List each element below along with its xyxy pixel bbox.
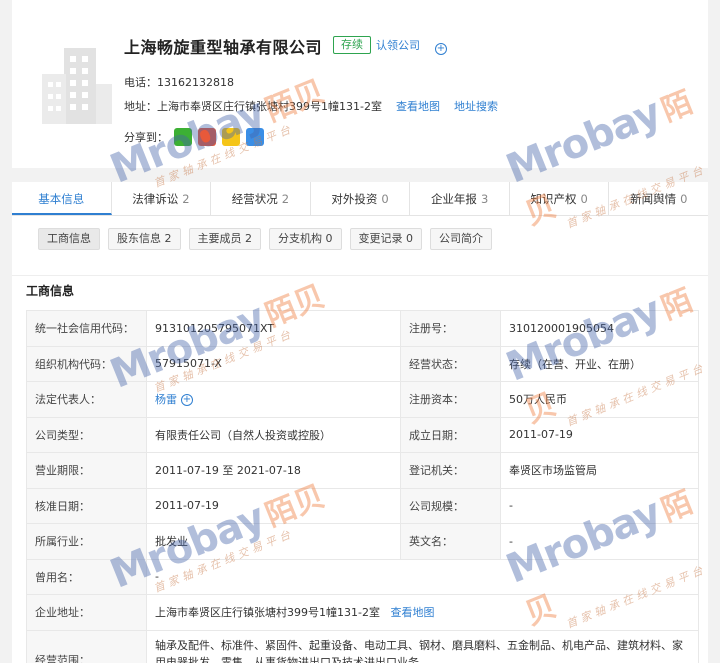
- scale-value: -: [500, 487, 699, 524]
- follow-plus-icon[interactable]: +: [435, 43, 447, 55]
- follow-plus-icon[interactable]: +: [181, 394, 193, 407]
- tab-count: 2: [281, 192, 290, 206]
- scale-label: 公司规模：: [400, 487, 501, 524]
- term-value: 2011-07-19 至 2021-07-18: [146, 452, 401, 489]
- address-value: 上海市奉贤区庄行镇张塘村399号1幢131-2室: [155, 606, 380, 620]
- address-cell: 上海市奉贤区庄行镇张塘村399号1幢131-2室 查看地图: [146, 594, 699, 631]
- company-type-value: 有限责任公司（自然人投资或控股）: [146, 416, 401, 453]
- founded-label: 成立日期：: [400, 416, 501, 453]
- english-name-value: -: [500, 523, 699, 560]
- main-panel: 基本信息 法律诉讼 2 经营状况 2 对外投资 0 企业年报 3 知识产权 0 新闻舆情 0…: [12, 182, 708, 663]
- subtab-branches[interactable]: 分支机构 0: [269, 228, 342, 250]
- company-header: 上海畅旋重型轴承有限公司 存续 认领公司 + 电话：13162132818 地址…: [12, 0, 708, 168]
- share-label: 分享到：: [124, 131, 168, 144]
- approval-value: 2011-07-19: [146, 487, 401, 524]
- reg-no-value: 310120001905054: [500, 310, 699, 347]
- approval-label: 核准日期：: [26, 487, 147, 524]
- legal-rep-label: 法定代表人：: [26, 381, 147, 418]
- authority-value: 奉贤区市场监管局: [500, 452, 699, 489]
- tab-label: 企业年报: [430, 192, 477, 206]
- subtab-members[interactable]: 主要成员 2: [188, 228, 261, 250]
- legal-rep-cell: 杨雷 +: [146, 381, 401, 418]
- claim-company-link[interactable]: 认领公司: [376, 37, 420, 53]
- table-row: 企业地址： 上海市奉贤区庄行镇张塘村399号1幢131-2室 查看地图: [26, 594, 699, 631]
- table-row: 所属行业： 批发业 英文名： -: [26, 523, 699, 560]
- address-label: 企业地址：: [26, 594, 147, 631]
- wechat-icon[interactable]: [174, 128, 192, 146]
- section-title: 工商信息: [26, 284, 75, 298]
- business-info-table: 统一社会信用代码： 913101205795071XT 注册号： 3101200…: [26, 310, 699, 663]
- english-name-label: 英文名：: [400, 523, 501, 560]
- address-search-link[interactable]: 地址搜索: [454, 98, 498, 114]
- favorite-star-icon[interactable]: [222, 128, 240, 146]
- org-code-label: 组织机构代码：: [26, 345, 147, 382]
- tab-count: 3: [480, 192, 489, 206]
- industry-label: 所属行业：: [26, 523, 147, 560]
- weibo-icon[interactable]: [198, 128, 216, 146]
- table-row: 营业期限： 2011-07-19 至 2021-07-18 登记机关： 奉贤区市…: [26, 452, 699, 489]
- tab-label: 基本信息: [38, 192, 85, 206]
- table-row: 法定代表人： 杨雷 + 注册资本： 50万人民币: [26, 381, 699, 418]
- credit-code-value: 913101205795071XT: [146, 310, 401, 347]
- reg-no-label: 注册号：: [400, 310, 501, 347]
- table-row: 曾用名： -: [26, 558, 699, 595]
- tab-label: 经营状况: [231, 192, 278, 206]
- status-badge: 存续: [333, 36, 371, 54]
- biz-status-label: 经营状态：: [400, 345, 501, 382]
- tab-label: 知识产权: [530, 192, 577, 206]
- industry-value: 批发业: [146, 523, 401, 560]
- founded-value: 2011-07-19: [500, 416, 699, 453]
- subtab-company-profile[interactable]: 公司简介: [430, 228, 492, 250]
- table-row: 组织机构代码： 57915071-X 经营状态： 存续（在营、开业、在册）: [26, 345, 699, 382]
- legal-rep-link[interactable]: 杨雷: [155, 393, 177, 406]
- tab-basic-info[interactable]: 基本信息: [12, 182, 112, 215]
- tab-operations[interactable]: 经营状况 2: [211, 182, 311, 215]
- term-label: 营业期限：: [26, 452, 147, 489]
- phone-line: 电话：13162132818: [124, 76, 234, 89]
- company-logo-placeholder: [42, 48, 112, 124]
- sub-tabs: 工商信息 股东信息 2 主要成员 2 分支机构 0 变更记录 0 公司简介: [12, 216, 708, 276]
- table-row: 统一社会信用代码： 913101205795071XT 注册号： 3101200…: [26, 310, 699, 347]
- tab-news[interactable]: 新闻舆情 0: [609, 182, 708, 215]
- tab-label: 对外投资: [331, 192, 378, 206]
- company-name: 上海畅旋重型轴承有限公司: [124, 38, 323, 57]
- table-row: 核准日期： 2011-07-19 公司规模： -: [26, 487, 699, 524]
- tab-annual-report[interactable]: 企业年报 3: [410, 182, 510, 215]
- biz-status-value: 存续（在营、开业、在册）: [500, 345, 699, 382]
- tab-count: 0: [680, 192, 688, 206]
- reg-capital-label: 注册资本：: [400, 381, 501, 418]
- tab-ip[interactable]: 知识产权 0: [510, 182, 610, 215]
- qq-icon[interactable]: [246, 128, 264, 146]
- table-row: 公司类型： 有限责任公司（自然人投资或控股） 成立日期： 2011-07-19: [26, 416, 699, 453]
- address-text: 地址：上海市奉贤区庄行镇张塘村399号1幢131-2室: [124, 100, 382, 113]
- scope-value: 轴承及配件、标准件、紧固件、起重设备、电动工具、钢材、磨具磨料、五金制品、机电产…: [146, 629, 699, 663]
- tab-label: 法律诉讼: [132, 192, 179, 206]
- tab-investments[interactable]: 对外投资 0: [311, 182, 411, 215]
- company-type-label: 公司类型：: [26, 416, 147, 453]
- subtab-shareholders[interactable]: 股东信息 2: [108, 228, 181, 250]
- tab-label: 新闻舆情: [630, 192, 677, 206]
- subtab-change-records[interactable]: 变更记录 0: [349, 228, 422, 250]
- reg-capital-value: 50万人民币: [500, 381, 699, 418]
- credit-code-label: 统一社会信用代码：: [26, 310, 147, 347]
- tab-litigation[interactable]: 法律诉讼 2: [112, 182, 212, 215]
- tab-count: 0: [381, 192, 389, 206]
- tab-count: 0: [580, 192, 588, 206]
- tab-count: 2: [182, 192, 190, 206]
- subtab-business-info[interactable]: 工商信息: [38, 228, 100, 250]
- former-name-label: 曾用名：: [26, 558, 147, 595]
- view-map-link[interactable]: 查看地图: [396, 98, 440, 114]
- view-map-link[interactable]: 查看地图: [390, 606, 434, 619]
- main-tabs: 基本信息 法律诉讼 2 经营状况 2 对外投资 0 企业年报 3 知识产权 0 新闻舆情 0: [12, 182, 708, 216]
- org-code-value: 57915071-X: [146, 345, 401, 382]
- address-line: 地址：上海市奉贤区庄行镇张塘村399号1幢131-2室 查看地图 地址搜索: [124, 98, 498, 114]
- scope-label: 经营范围：: [26, 629, 147, 663]
- share-bar: 分享到：: [124, 128, 264, 146]
- table-row: 经营范围： 轴承及配件、标准件、紧固件、起重设备、电动工具、钢材、磨具磨料、五金…: [26, 629, 699, 663]
- former-name-value: -: [146, 558, 699, 595]
- authority-label: 登记机关：: [400, 452, 501, 489]
